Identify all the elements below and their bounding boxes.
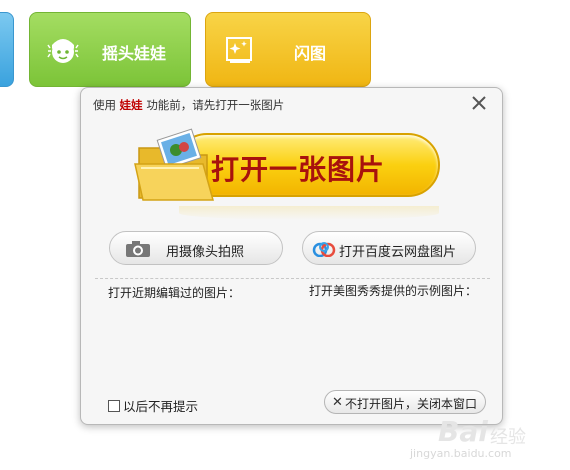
baidu-jingyan-watermark: Bai 经验 jingyan.baidu.com [400,415,560,463]
sample-images-label: 打开美图秀秀提供的示例图片： [309,284,478,298]
doll-face-tile-button[interactable]: 摇头娃娃 [29,12,191,87]
toolbar-tile-partial[interactable] [0,12,14,87]
close-dialog-button[interactable]: ✕ 不打开图片，关闭本窗口 [324,390,486,414]
close-dialog-label: 不打开图片，关闭本窗口 [345,397,478,411]
baidu-cloud-button[interactable]: 打开百度云网盘图片 [302,231,476,265]
close-icon[interactable] [470,94,488,112]
flash-image-tile-button[interactable]: 闪图 [205,12,371,87]
watermark-url: jingyan.baidu.com [410,447,512,460]
checkbox-box[interactable] [108,400,120,412]
watermark-sub: 经验 [490,427,526,448]
section-divider [95,278,490,279]
baidu-cloud-icon [312,242,336,257]
dont-show-again-label: 以后不再提示 [123,399,199,414]
watermark-brand: Bai [438,415,488,448]
close-x-icon: ✕ [332,395,343,410]
camera-capture-label: 用摄像头拍照 [166,245,245,260]
open-image-button[interactable]: 打开一张图片 [133,128,443,206]
open-image-dialog: 使用 娃娃 功能前，请先打开一张图片 打开一张图片 用摄像头拍照 打开百度云网盘… [80,87,503,425]
baidu-cloud-label: 打开百度云网盘图片 [339,245,457,260]
open-button-reflection [179,206,439,220]
dialog-title-highlight: 娃娃 [119,98,143,112]
dont-show-again-checkbox[interactable]: 以后不再提示 [108,396,198,415]
doll-face-icon [47,39,79,63]
dialog-title-prefix: 使用 [93,98,116,112]
dialog-title-suffix: 功能前，请先打开一张图片 [146,98,285,112]
recent-images-label: 打开近期编辑过的图片： [108,286,241,300]
sparkle-image-icon [226,37,252,63]
doll-face-tile-label: 摇头娃娃 [102,44,167,63]
camera-capture-button[interactable]: 用摄像头拍照 [109,231,283,265]
open-image-label: 打开一张图片 [211,153,386,186]
dialog-title: 使用 娃娃 功能前，请先打开一张图片 [93,97,284,113]
flash-image-tile-label: 闪图 [294,44,327,63]
camera-icon [126,241,150,257]
